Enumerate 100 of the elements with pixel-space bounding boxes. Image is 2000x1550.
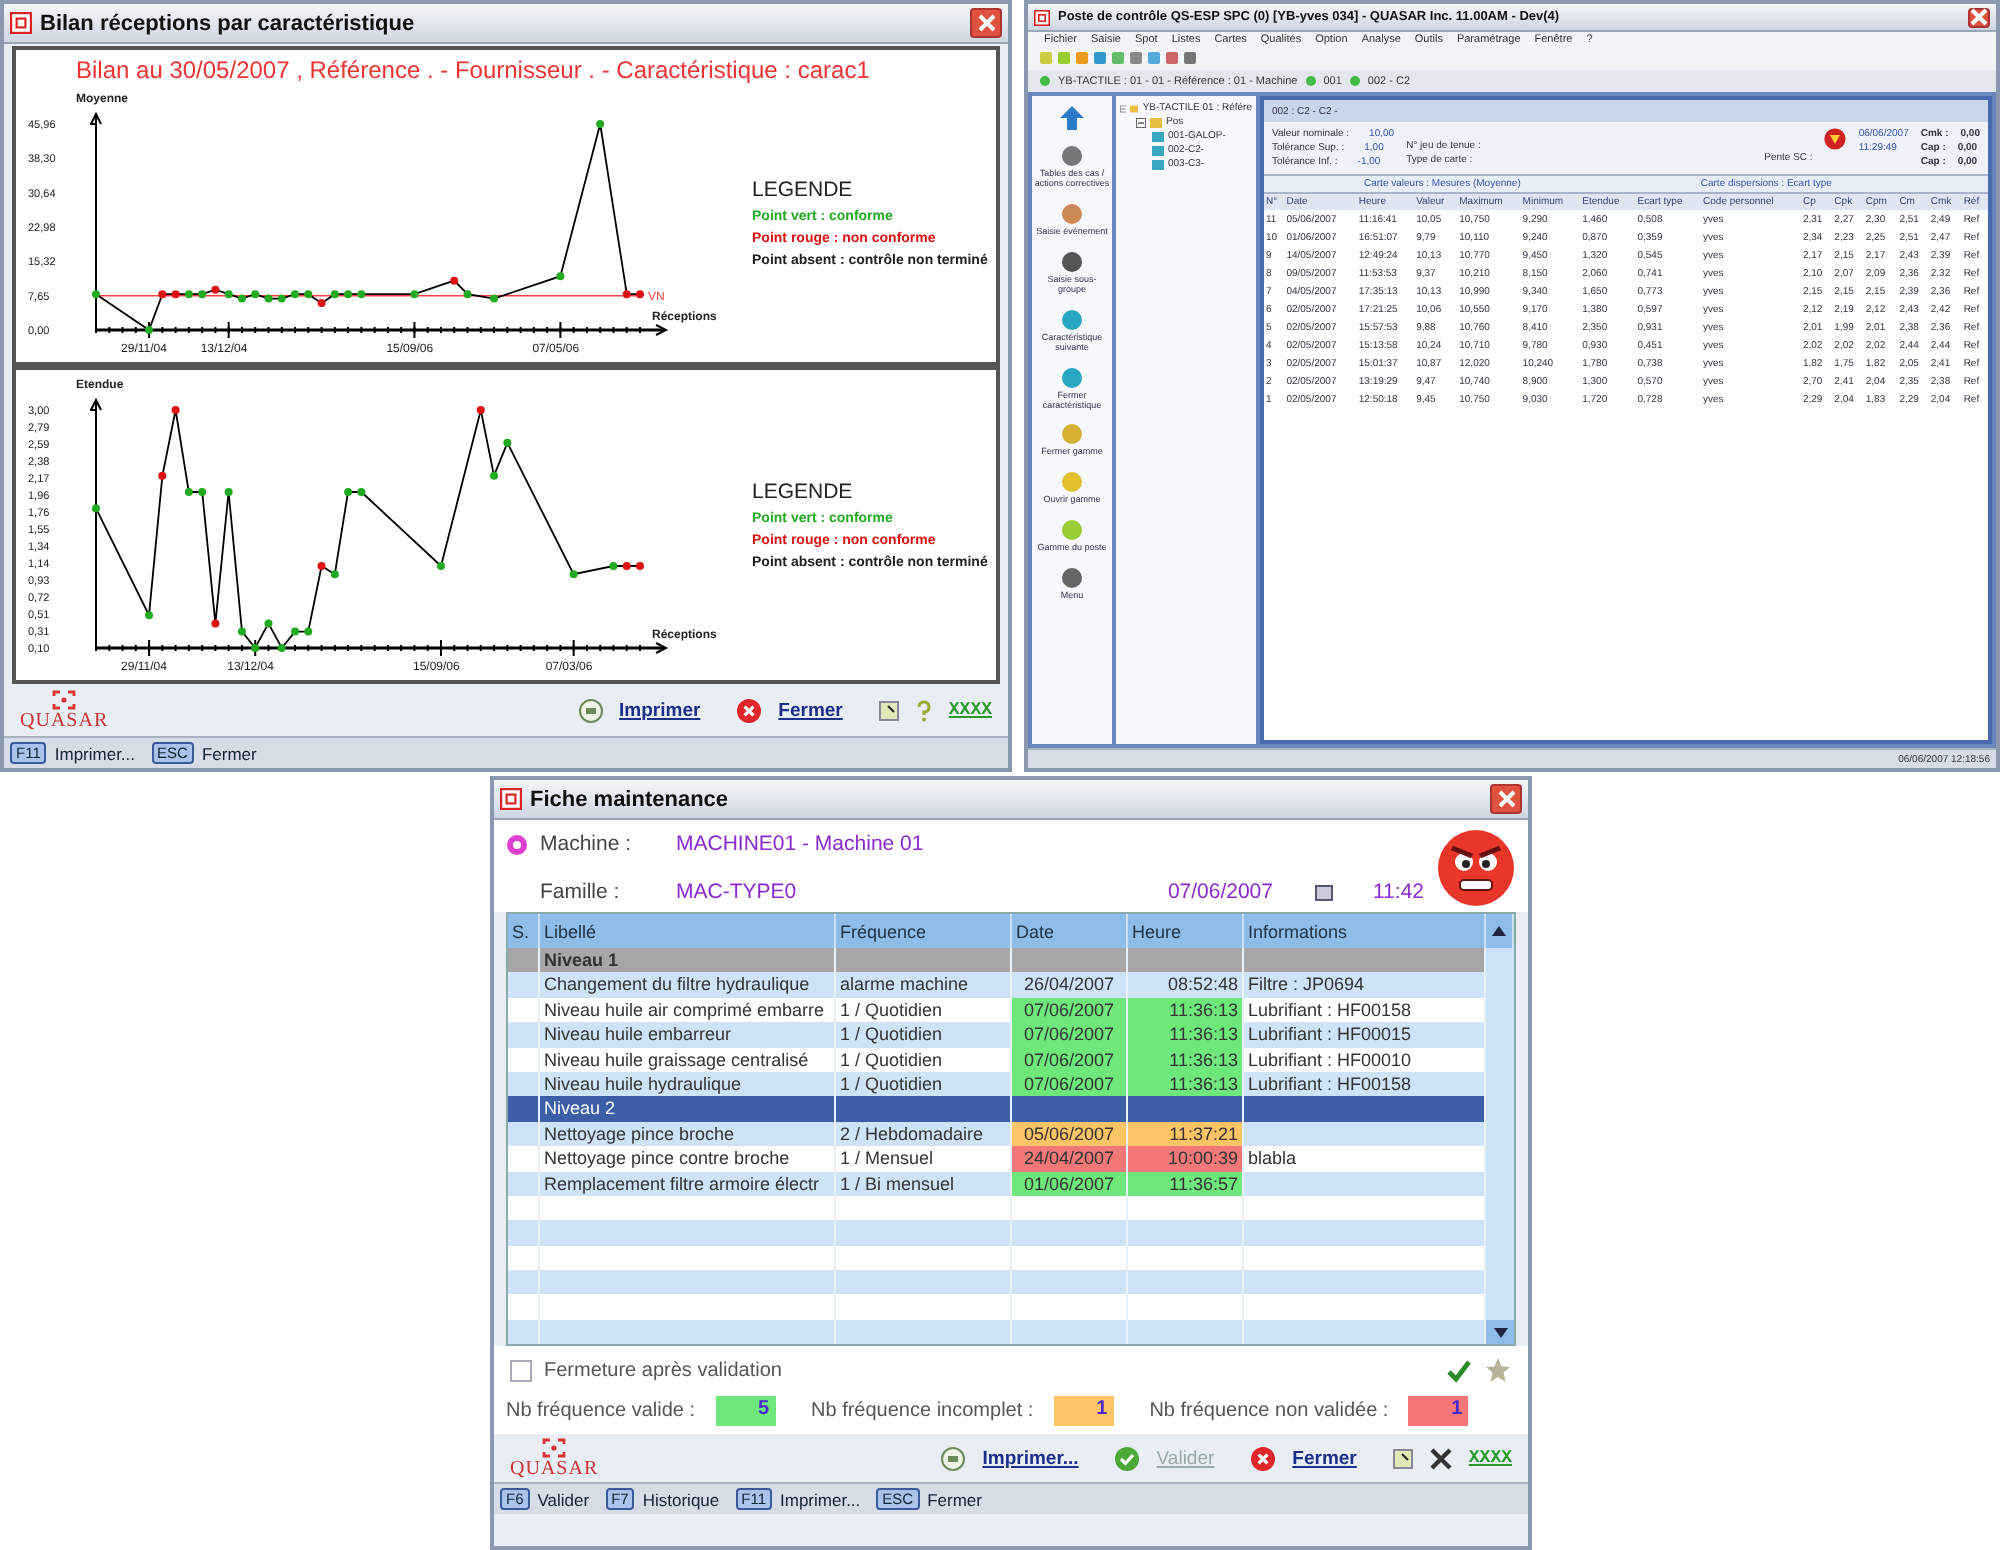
date-cell: 07/06/2007	[1012, 1071, 1128, 1097]
close-icon	[736, 697, 763, 723]
star-icon[interactable]	[1484, 1356, 1512, 1385]
column-header[interactable]: Heure	[1128, 914, 1244, 948]
report-title: Bilan au 30/05/2007 , Référence . - Fournisseur . - Caractéristique : carac1	[74, 54, 872, 84]
triangle-down-icon[interactable]	[1493, 1327, 1507, 1338]
checkbox[interactable]	[510, 1359, 532, 1382]
time-cell: 11:37:21	[1128, 1121, 1244, 1147]
table-cell: Niveau huile graissage centralisé	[540, 1047, 836, 1072]
table-cell: Lubrifiant : HF00158	[1244, 1071, 1486, 1097]
table-cell: Remplacement filtre armoire électr	[540, 1171, 836, 1196]
column-header[interactable]: Date	[1012, 914, 1128, 948]
field-label: Machine :	[540, 832, 634, 856]
shortcut-label: Imprimer...	[780, 1489, 861, 1510]
scroll-down-button[interactable]	[1486, 1320, 1514, 1345]
close-button[interactable]	[1490, 784, 1522, 814]
table-cell	[1012, 1220, 1128, 1246]
count-value: 1	[1053, 1396, 1114, 1427]
time-cell: 11:36:13	[1128, 1022, 1244, 1048]
print-button[interactable]: Imprimer	[619, 699, 701, 721]
table-cell	[1128, 1319, 1244, 1345]
triangle-up-icon[interactable]	[1492, 926, 1506, 936]
count-value: 1	[1408, 1396, 1469, 1427]
time-cell: 11:36:13	[1128, 1047, 1244, 1072]
logo-icon	[52, 689, 77, 709]
table-cell	[508, 1270, 540, 1295]
close-button[interactable]	[970, 8, 1002, 38]
table-cell	[1012, 1319, 1128, 1345]
legend-title: LEGENDE	[752, 480, 855, 504]
window-title: Bilan réceptions par caractéristique	[40, 11, 417, 35]
date-cell: 07/06/2007	[1012, 1022, 1128, 1048]
table-cell: 1 / Quotidien	[836, 1071, 1012, 1097]
close-icon	[1497, 790, 1515, 808]
scroll-up-button[interactable]	[1486, 914, 1514, 948]
table-cell: 1 / Quotidien	[836, 1047, 1012, 1072]
shortcut-label: Fermer	[201, 743, 257, 763]
warning-icon	[1824, 128, 1847, 150]
tree-toggle-icon[interactable]	[1136, 117, 1146, 127]
date-cell: 26/04/2007	[1012, 972, 1128, 998]
time-cell: 10:00:39	[1128, 1146, 1244, 1172]
code-text: XXXX	[948, 700, 992, 720]
time-cell: 08:52:48	[1128, 972, 1244, 998]
table-cell	[1128, 1270, 1244, 1295]
table-cell	[1012, 1195, 1128, 1221]
table-cell: blabla	[1244, 1146, 1486, 1172]
field-value: MACHINE01 - Machine 01	[676, 832, 924, 856]
logo-text: QUASAR	[20, 709, 109, 731]
count-label: Nb fréquence non validée :	[1149, 1400, 1389, 1423]
shortcut-label: Historique	[642, 1489, 720, 1510]
notepad-icon	[878, 699, 901, 721]
check-icon[interactable]	[1446, 1357, 1472, 1384]
legend-title: LEGENDE	[752, 178, 855, 202]
date-cell: 07/06/2007	[1012, 1047, 1128, 1072]
app-icon	[1034, 9, 1050, 25]
close-icon	[1970, 8, 1988, 26]
field-label: Famille :	[540, 880, 622, 904]
table-cell: alarme machine	[836, 972, 1012, 998]
table-cell: 1 / Quotidien	[836, 1022, 1012, 1048]
group-cell[interactable]: Niveau 1	[540, 948, 836, 973]
time-cell: 11:36:13	[1128, 1071, 1244, 1097]
tree-toggle-icon[interactable]	[1120, 103, 1127, 113]
time-cell: 11:36:13	[1128, 997, 1244, 1023]
date-cell: 07/06/2007	[1012, 997, 1128, 1023]
checkbox-label: Fermeture après validation	[544, 1359, 782, 1382]
shortcut-label: Valider	[537, 1489, 590, 1510]
table-cell	[1128, 1195, 1244, 1221]
column-header[interactable]: S.	[508, 914, 540, 948]
row-selector[interactable]	[508, 1121, 540, 1147]
table-cell	[508, 1220, 540, 1246]
status-dot	[1305, 76, 1316, 86]
check-circle-icon	[1114, 1445, 1141, 1472]
shortcut-label: Fermer	[927, 1489, 982, 1510]
group-cell[interactable]: Niveau 2	[540, 1096, 836, 1122]
table-cell: Nettoyage pince broche	[540, 1121, 836, 1147]
column-header[interactable]: Libellé	[540, 914, 836, 948]
code-text: XXXX	[1468, 1448, 1512, 1469]
close-button[interactable]	[1968, 7, 1990, 27]
printer-icon	[940, 1445, 967, 1472]
table-cell: Niveau huile hydraulique	[540, 1071, 836, 1097]
table-cell	[1012, 1245, 1128, 1271]
table-cell: 1 / Quotidien	[836, 997, 1012, 1023]
row-selector[interactable]	[508, 1071, 540, 1097]
table-cell: Nettoyage pince contre broche	[540, 1146, 836, 1172]
table-cell	[1128, 1245, 1244, 1271]
print-button[interactable]: Imprimer...	[982, 1447, 1079, 1470]
column-header[interactable]: Informations	[1244, 914, 1486, 948]
column-header[interactable]: Fréquence	[836, 914, 1012, 948]
close-icon	[1250, 1445, 1277, 1472]
table-cell: 2 / Hebdomadaire	[836, 1121, 1012, 1147]
app-icon	[500, 788, 522, 810]
table-cell: Filtre : JP0694	[1244, 972, 1486, 998]
close-button[interactable]: Fermer	[1292, 1447, 1357, 1470]
table-cell: Niveau huile air comprimé embarre	[540, 997, 836, 1023]
row-selector[interactable]	[508, 1096, 540, 1122]
logo-text: QUASAR	[510, 1457, 599, 1480]
date-cell: 05/06/2007	[1012, 1121, 1128, 1147]
window-title: Fiche maintenance	[530, 787, 731, 811]
up-arrow-icon[interactable]	[1058, 104, 1086, 132]
close-button[interactable]: Fermer	[778, 699, 843, 721]
status-dot	[1349, 76, 1360, 86]
